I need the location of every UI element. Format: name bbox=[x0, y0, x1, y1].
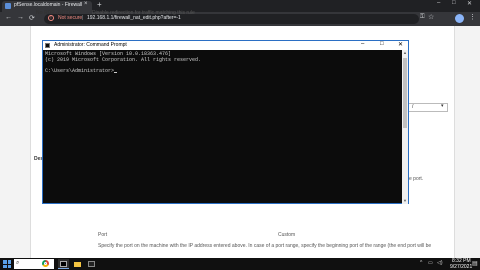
taskbar-command-prompt[interactable] bbox=[58, 259, 69, 269]
volume-icon[interactable]: ◁) bbox=[437, 260, 443, 266]
tab-strip: pfSense.localdomain - Firewall: NAT: Por… bbox=[0, 0, 480, 12]
url-separator: | bbox=[82, 15, 84, 21]
network-icon[interactable]: ▭ bbox=[428, 260, 433, 266]
port-help-text: Specify the port on the machine with the… bbox=[98, 243, 432, 249]
chevron-down-icon: ▾ bbox=[441, 103, 444, 109]
cmd-close-button[interactable]: ✕ bbox=[398, 41, 403, 48]
tab-title: pfSense.localdomain - Firewall: NAT: Por… bbox=[14, 2, 82, 8]
close-window-button[interactable]: ✕ bbox=[467, 0, 472, 7]
key-icon[interactable]: ⚿ bbox=[420, 14, 425, 21]
scroll-down-icon[interactable]: ▼ bbox=[403, 198, 407, 203]
terminal-icon bbox=[88, 261, 95, 267]
windows-start-icon[interactable] bbox=[3, 260, 11, 268]
tray-chevron-icon[interactable]: ^ bbox=[420, 260, 422, 266]
cmd-maximize-button[interactable]: □ bbox=[380, 41, 384, 47]
browser-menu-icon[interactable]: ⋮ bbox=[469, 13, 476, 21]
no-rdr-label: No RDR (NOT) bbox=[36, 10, 71, 16]
reload-icon[interactable]: ⟳ bbox=[29, 14, 35, 22]
console-prompt-line[interactable]: C:\Users\Administrator> bbox=[45, 67, 400, 75]
console-prompt: C:\Users\Administrator> bbox=[45, 67, 115, 74]
taskbar: ⌕ ^ ▭ ◁) 8:32 PM 9/27/2021 ▤ bbox=[0, 258, 480, 270]
no-rdr-hint: Disable redirection for traffic matching… bbox=[92, 10, 195, 16]
tab-close-icon[interactable]: × bbox=[84, 1, 88, 7]
forward-icon[interactable]: → bbox=[17, 14, 24, 21]
chrome-icon bbox=[42, 260, 49, 267]
taskbar-file-explorer[interactable] bbox=[72, 259, 83, 269]
minimize-button[interactable]: – bbox=[437, 0, 440, 6]
notification-icon[interactable]: ▤ bbox=[472, 260, 478, 267]
console-output[interactable]: Microsoft Windows [Version 10.0.18363.47… bbox=[45, 51, 400, 75]
pfsense-favicon-icon bbox=[5, 3, 11, 9]
scrollbar-thumb[interactable] bbox=[403, 58, 407, 128]
port-label: Port bbox=[98, 232, 108, 238]
cmd-titlebar[interactable]: Administrator: Command Prompt – □ ✕ bbox=[43, 41, 408, 50]
maximize-button[interactable]: □ bbox=[452, 0, 456, 6]
cmd-title: Administrator: Command Prompt bbox=[54, 42, 127, 48]
cmd-window-icon bbox=[45, 43, 50, 48]
folder-icon bbox=[74, 262, 81, 267]
taskbar-chrome[interactable] bbox=[40, 259, 51, 269]
scroll-up-icon[interactable]: ▲ bbox=[403, 50, 407, 55]
browser-toolbar: ← → ⟳ ! Not secure | 192.168.1.1/firewal… bbox=[0, 12, 480, 26]
new-tab-button[interactable]: + bbox=[97, 0, 102, 9]
cmd-minimize-button[interactable]: – bbox=[361, 41, 364, 47]
back-icon[interactable]: ← bbox=[5, 14, 12, 21]
text-cursor bbox=[114, 72, 118, 74]
custom-label: Custom bbox=[278, 232, 296, 238]
profile-avatar[interactable] bbox=[455, 14, 464, 23]
command-prompt-icon bbox=[60, 261, 67, 267]
taskbar-terminal[interactable] bbox=[86, 259, 97, 269]
port-hint-text: e port. bbox=[409, 176, 424, 182]
vertical-scrollbar[interactable]: ▲ ▼ bbox=[402, 50, 408, 204]
search-icon: ⌕ bbox=[16, 260, 20, 266]
clock-date[interactable]: 9/27/2021 bbox=[450, 264, 472, 270]
command-prompt-window[interactable]: Administrator: Command Prompt – □ ✕ Micr… bbox=[42, 40, 409, 204]
bookmark-star-icon[interactable]: ☆ bbox=[428, 13, 434, 21]
